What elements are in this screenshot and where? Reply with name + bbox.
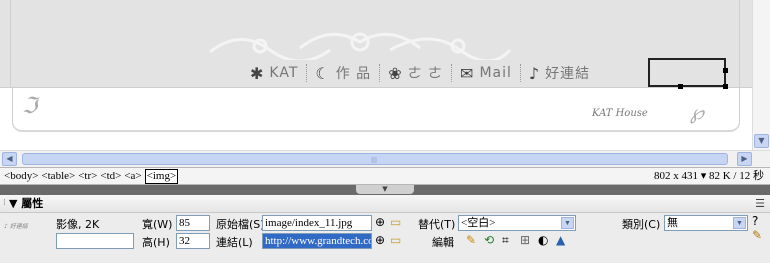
src-field[interactable]: image/index_11.jpg — [262, 215, 372, 231]
alt-value: <空白> — [461, 217, 496, 229]
chevron-down-icon[interactable]: ▼ — [561, 217, 574, 229]
resample-icon[interactable]: ⊞ — [520, 232, 530, 248]
link-field[interactable]: http://www.grandtech.co — [262, 233, 372, 249]
scroll-left-button[interactable]: ◀ — [2, 152, 17, 166]
nav-item-mail[interactable]: ✉ Mail — [460, 60, 512, 86]
sharpen-icon[interactable]: ▲ — [556, 232, 565, 248]
flower-icon: ✱ — [250, 63, 264, 83]
tag-img[interactable]: <img> — [144, 169, 179, 184]
nav-item-kat[interactable]: ✱ KAT — [250, 60, 298, 86]
nav-bar: ✱ KAT ☾ 作 品 ❀ ㄜ ㄜ ✉ Mail ♪ 好連結 — [250, 60, 590, 86]
nav-label-mail: Mail — [479, 65, 512, 81]
panel-title[interactable]: ▼ 屬性 — [9, 195, 43, 212]
nav-label-paw: ㄜ ㄜ — [407, 66, 444, 82]
nav-divider — [519, 64, 521, 82]
design-canvas[interactable]: ✱ KAT ☾ 作 品 ❀ ㄜ ㄜ ✉ Mail ♪ 好連結 ℑ KAT Hou… — [0, 0, 752, 150]
vertical-scrollbar[interactable]: ▼ — [752, 0, 770, 150]
scroll-down-button[interactable]: ▼ — [754, 134, 769, 148]
src-label: 原始檔(S) — [216, 218, 265, 231]
tag-body[interactable]: <body> — [4, 168, 38, 184]
crop-icon[interactable]: ⌗ — [502, 232, 509, 248]
moon-icon: ☾ — [315, 63, 330, 83]
chevron-down-icon[interactable]: ▼ — [733, 217, 746, 229]
nav-item-links[interactable]: ♪ 好連結 — [529, 60, 590, 86]
element-type-label: 影像, 2K — [56, 218, 100, 231]
width-field[interactable]: 85 — [176, 215, 210, 231]
music-note-icon: ♪ — [528, 63, 540, 83]
point-to-file-icon[interactable]: ⊕ — [375, 214, 385, 230]
nav-divider — [306, 64, 308, 82]
browse-link-folder-icon[interactable]: ▭ — [390, 232, 401, 248]
edit-label: 編輯 — [432, 236, 454, 249]
point-to-link-icon[interactable]: ⊕ — [375, 232, 385, 248]
tag-a[interactable]: <a> — [124, 168, 141, 184]
options-menu-icon[interactable]: ☰ — [755, 195, 765, 212]
class-select[interactable]: 無 ▼ — [664, 215, 748, 231]
nav-item-paw[interactable]: ❀ ㄜ ㄜ — [388, 60, 443, 86]
nav-divider — [379, 64, 381, 82]
drag-grip-icon[interactable]: ⁞ — [3, 195, 6, 212]
paw-icon: ❀ — [388, 63, 402, 83]
properties-header[interactable]: ⁞ ▼ 屬性 ☰ — [0, 195, 770, 213]
nav-label-kat: KAT — [269, 65, 299, 81]
brightness-contrast-icon[interactable]: ◐ — [538, 232, 548, 248]
link-label: 連結(L) — [216, 236, 253, 249]
image-thumbnail: ♪ 好連結 — [4, 223, 28, 230]
envelope-icon: ✉ — [460, 63, 474, 83]
optimize-icon[interactable]: ⟲ — [484, 232, 494, 248]
class-label: 類別(C) — [622, 218, 661, 231]
height-label: 高(H) — [142, 236, 170, 249]
alt-select[interactable]: <空白> ▼ — [458, 215, 576, 231]
property-inspector: ♪ 好連結 影像, 2K 寬(W) 85 高(H) 32 原始檔(S) imag… — [0, 213, 770, 263]
nav-label-links: 好連結 — [545, 66, 591, 82]
alt-label: 替代(T) — [418, 218, 456, 231]
swirl-ornament — [209, 32, 512, 60]
collapse-tab[interactable]: ▼ — [356, 185, 414, 194]
tag-table[interactable]: <table> — [41, 168, 75, 184]
image-id-field[interactable] — [56, 233, 134, 249]
edit-image-icon[interactable]: ✎ — [466, 232, 476, 248]
footer-ornament-right: ℘ — [690, 100, 704, 124]
footer-ornament-left: ℑ — [22, 94, 38, 119]
nav-item-works[interactable]: ☾ 作 品 — [315, 60, 371, 86]
browse-folder-icon[interactable]: ▭ — [390, 214, 401, 230]
width-label: 寬(W) — [142, 218, 173, 231]
status-bar: <body> <table> <tr> <td> <a> <img> 802 x… — [0, 167, 770, 185]
horizontal-scrollbar[interactable]: ◀ ||| ▶ — [0, 150, 770, 167]
tag-td[interactable]: <td> — [100, 168, 121, 184]
scroll-grip: ||| — [371, 157, 378, 164]
quick-tag-editor-icon[interactable]: ✎ — [752, 227, 762, 243]
resize-handle-right[interactable] — [723, 68, 728, 73]
nav-label-works: 作 品 — [335, 66, 372, 82]
height-field[interactable]: 32 — [176, 233, 210, 249]
selected-image-outline[interactable] — [648, 58, 728, 89]
document-size[interactable]: 802 x 431 ▾ 82 K / 12 秒 — [654, 168, 764, 184]
tag-tr[interactable]: <tr> — [78, 168, 97, 184]
panel-splitter[interactable]: ▼ — [0, 185, 770, 195]
tag-selector: <body> <table> <tr> <td> <a> <img> — [4, 168, 179, 184]
footer-brand-text: KAT House — [592, 108, 648, 119]
nav-divider — [451, 64, 453, 82]
scroll-right-button[interactable]: ▶ — [737, 152, 752, 166]
scroll-thumb[interactable]: ||| — [22, 153, 728, 165]
class-value: 無 — [667, 217, 678, 229]
